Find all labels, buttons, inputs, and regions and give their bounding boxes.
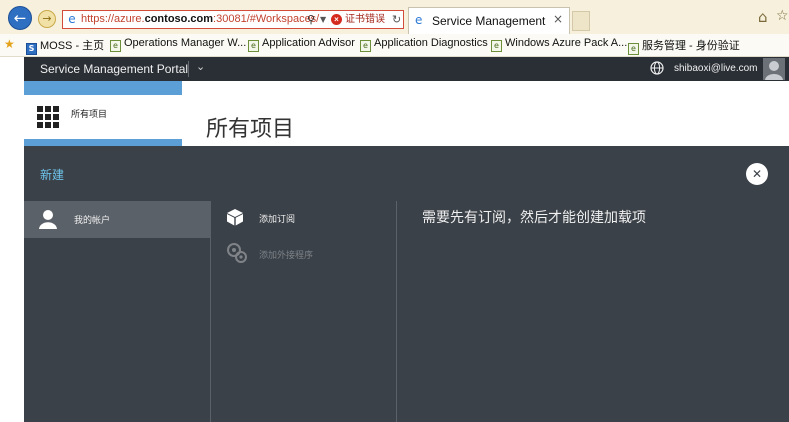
portal-title[interactable]: Service Management Portal [40, 62, 188, 76]
refresh-icon[interactable]: ↻ [392, 11, 401, 28]
user-email[interactable]: shibaoxi@live.com [674, 63, 758, 74]
header-divider [188, 61, 189, 77]
ie-page-icon: e [628, 43, 639, 55]
url-suffix: :30081/#Workspaces/ [213, 13, 320, 25]
favorite-link-azure-pack[interactable]: e Windows Azure Pack A... [491, 37, 627, 52]
add-subscription-label: 添加订阅 [259, 215, 296, 225]
subscription-required-message: 需要先有订阅，然后才能创建加载项 [422, 210, 646, 226]
browser-tab-bar: ← → e https://azure.contoso.com:30081/#W… [0, 0, 789, 35]
tab-title: Service Management [432, 14, 546, 28]
favorite-link-moss[interactable]: S MOSS - 主页 [26, 37, 104, 55]
favorite-label: Application Diagnostics [374, 37, 488, 49]
cert-error-icon[interactable]: × [331, 14, 342, 25]
portal-header: Service Management Portal ⌄ shibaoxi@liv… [24, 57, 789, 81]
favorites-bar: ★ S MOSS - 主页 e Operations Manager W... eA… [0, 34, 789, 57]
chevron-down-icon[interactable]: ▼ [320, 11, 326, 28]
favorite-label: 服务管理 - 身份验证 [642, 40, 740, 52]
sidebar-item-label: 所有项目 [71, 110, 108, 120]
user-avatar-icon [765, 61, 783, 80]
add-subscription-option[interactable]: 添加订阅 [226, 208, 376, 230]
ie-page-icon: e [248, 40, 259, 52]
add-extension-label: 添加外接程序 [259, 251, 314, 261]
sidebar-accent-strip [24, 139, 182, 146]
url-domain: contoso.com [144, 13, 214, 25]
favorite-label: Operations Manager W... [124, 37, 247, 49]
ie-page-icon: e [360, 40, 371, 52]
cert-error-label[interactable]: 证书错误 [345, 11, 385, 28]
add-extension-option: 添加外接程序 [226, 242, 376, 264]
url-prefix: https://azure. [81, 13, 145, 25]
address-bar[interactable]: e https://azure.contoso.com:30081/#Works… [62, 10, 404, 29]
close-button[interactable]: ✕ [746, 163, 768, 185]
box-icon [227, 209, 243, 226]
search-icon[interactable]: ⚲ [307, 11, 315, 28]
favorite-link-app-diagnostics[interactable]: e Application Diagnostics [360, 37, 488, 52]
ie-page-icon: e [110, 40, 121, 52]
favorite-label: Application Advisor [262, 37, 355, 49]
ie-page-icon: e [415, 13, 423, 27]
grid-icon [37, 106, 59, 128]
column-divider [210, 201, 211, 422]
home-icon[interactable]: ⌂ [758, 8, 768, 26]
page-margin [0, 146, 24, 422]
category-my-account[interactable]: 我的帐户 [24, 201, 210, 238]
sidebar-item-all-items[interactable]: 所有项目 [24, 81, 182, 139]
close-icon: ✕ [751, 167, 763, 181]
browser-tab-active[interactable]: e Service Management × [408, 7, 570, 34]
ie-page-icon: e [491, 40, 502, 52]
address-url: https://azure.contoso.com:30081/#Workspa… [81, 11, 319, 28]
favorite-link-opsmgr[interactable]: e Operations Manager W... [110, 37, 246, 52]
back-button[interactable]: ← [8, 6, 32, 30]
favorite-label: Windows Azure Pack A... [505, 37, 628, 49]
tab-close-icon[interactable]: × [553, 12, 563, 26]
favorite-link-auth[interactable]: e 服务管理 - 身份验证 [628, 37, 740, 55]
favorite-link-app-advisor[interactable]: e Application Advisor [248, 37, 355, 52]
new-drawer-title: 新建 [40, 168, 65, 182]
page-title: 所有项目 [206, 116, 295, 142]
new-tab-button[interactable] [572, 11, 590, 31]
user-icon [39, 210, 57, 229]
category-label: 我的帐户 [74, 216, 111, 226]
page-margin [0, 57, 24, 145]
forward-button[interactable]: → [38, 10, 56, 28]
sharepoint-icon: S [26, 43, 37, 55]
new-drawer: 新建 ✕ 我的帐户 添加订阅 添加外接程序 需要先有订阅，然后才能创建加载项 [24, 146, 789, 422]
add-favorite-star-icon[interactable]: ★ [4, 37, 15, 51]
favorites-star-icon[interactable]: ☆ [776, 8, 789, 24]
avatar[interactable] [763, 58, 785, 80]
favorite-label: MOSS - 主页 [40, 40, 105, 52]
globe-icon[interactable] [650, 61, 664, 75]
ie-page-icon: e [68, 12, 76, 26]
column-divider [396, 201, 397, 422]
chevron-down-icon[interactable]: ⌄ [196, 60, 205, 73]
gears-icon [227, 243, 247, 263]
